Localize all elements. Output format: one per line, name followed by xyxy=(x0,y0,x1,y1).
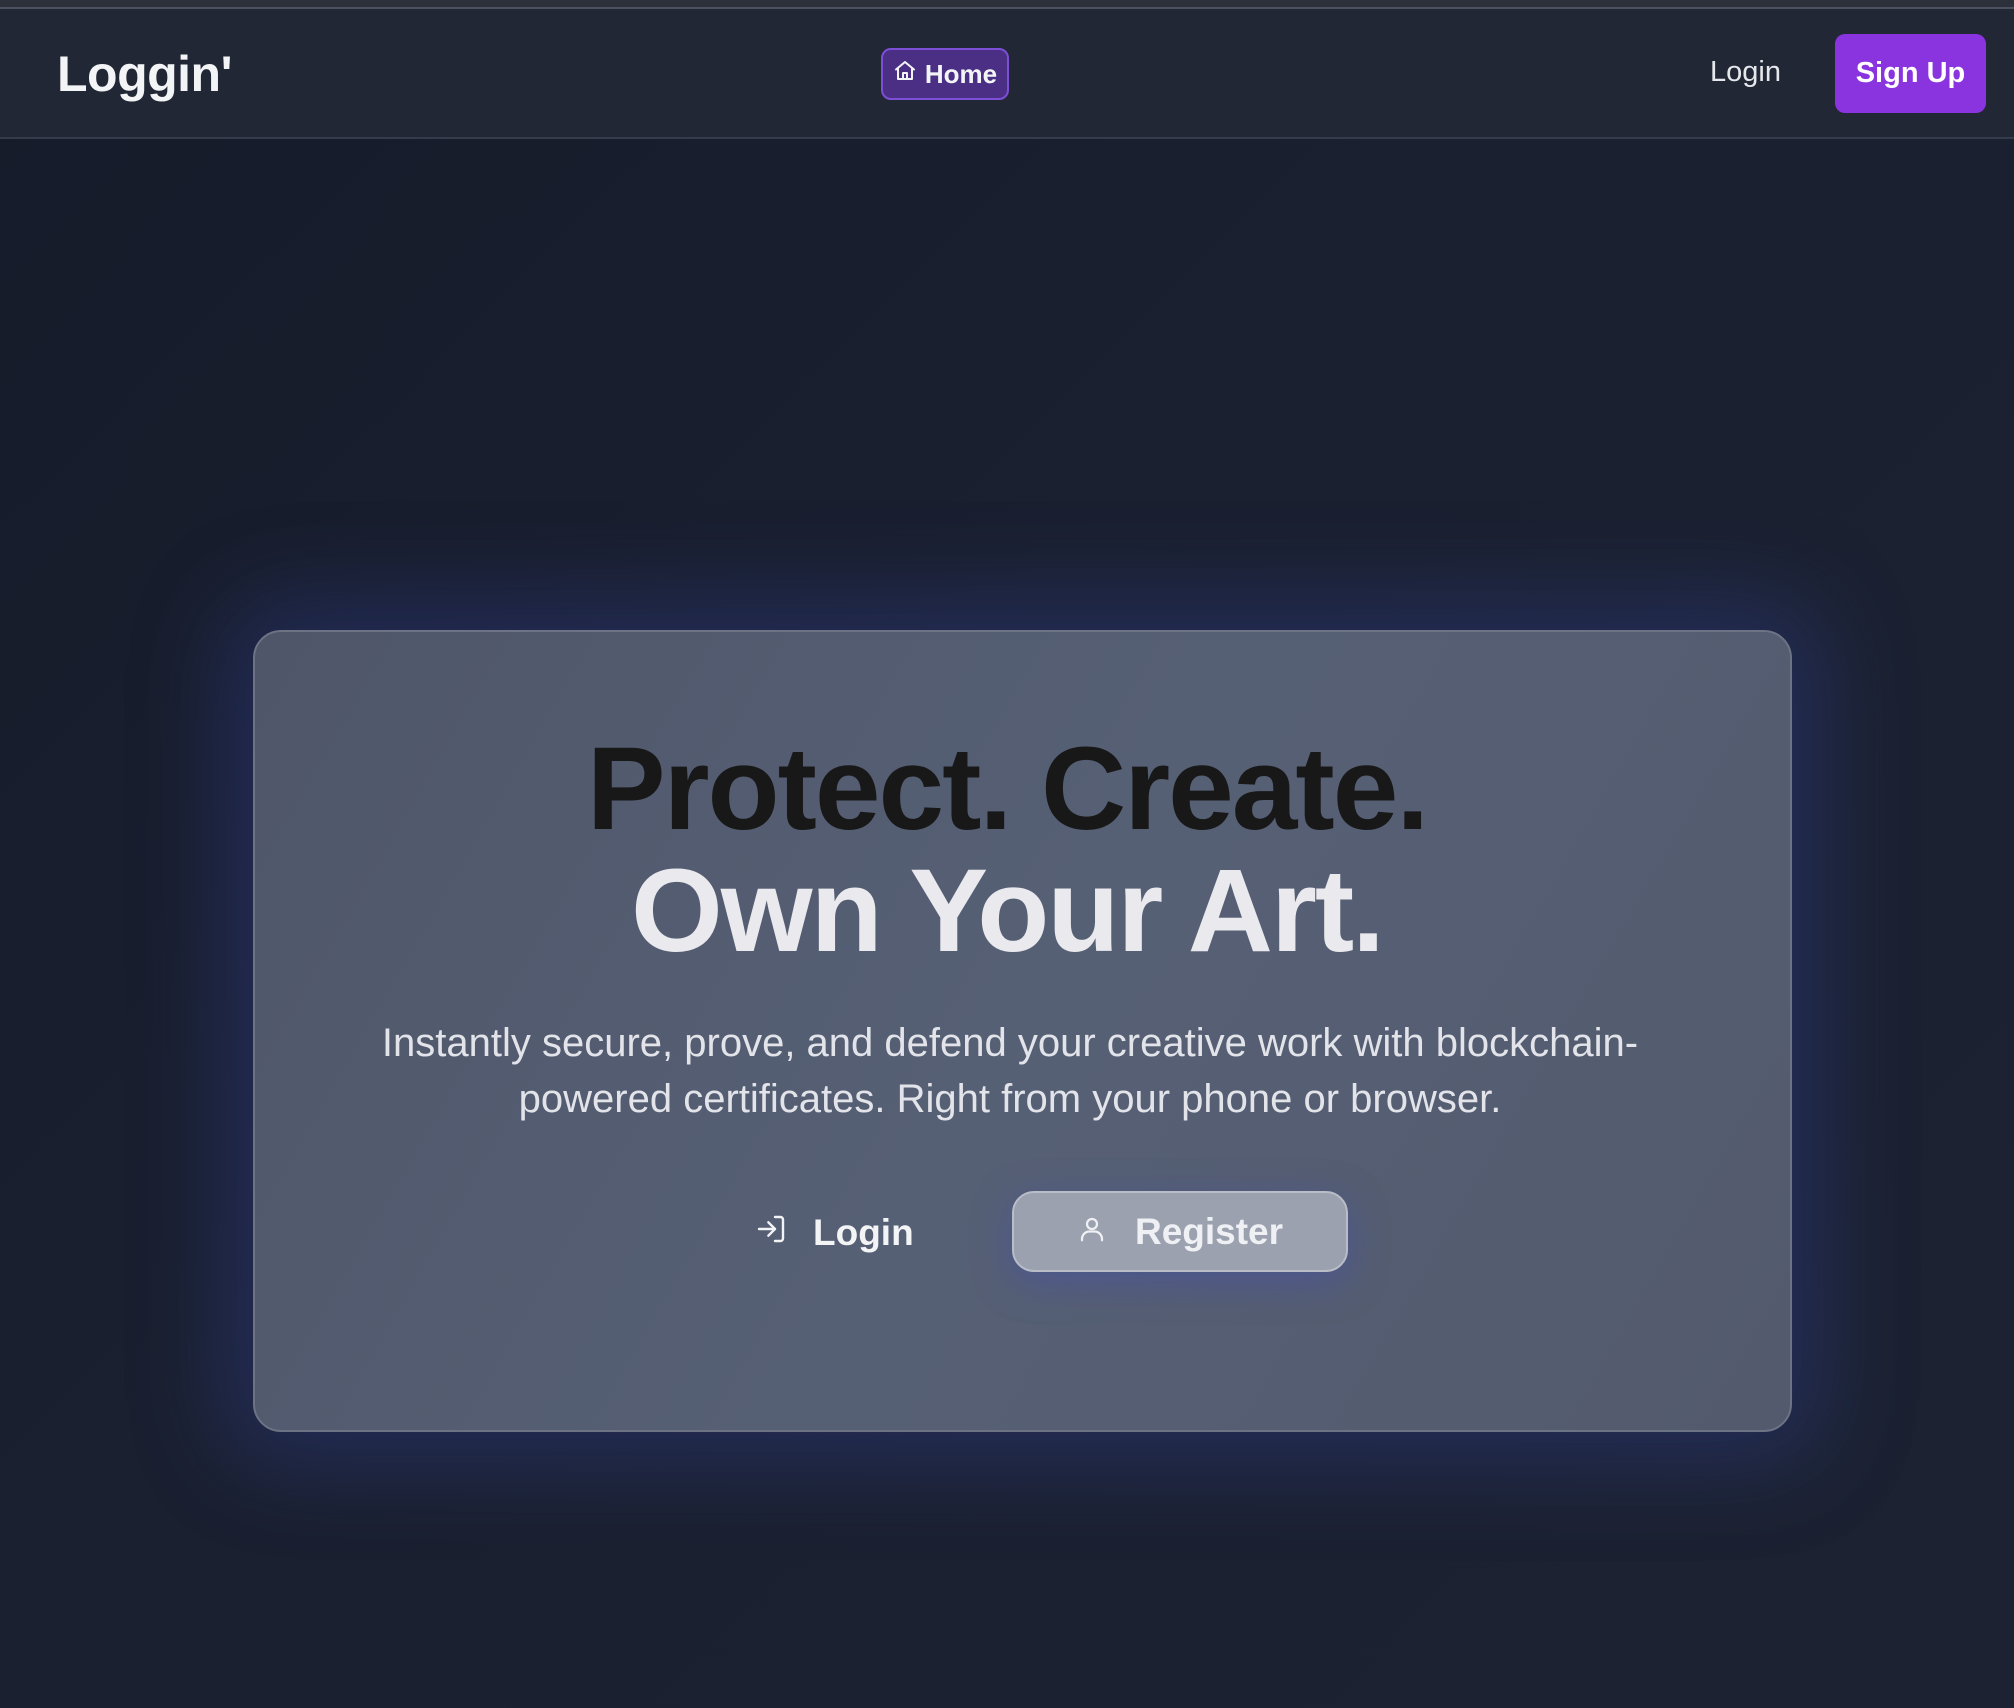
window-top-border xyxy=(0,0,2014,9)
hero-login-label: Login xyxy=(813,1212,914,1253)
hero-headline-line-1: Protect. Create. xyxy=(586,723,1429,855)
nav-home-label: Home xyxy=(924,58,998,89)
hero-login-button[interactable]: Login xyxy=(755,1193,930,1273)
nav-home-button[interactable]: Home xyxy=(881,48,1009,100)
nav-signup-button[interactable]: Sign Up xyxy=(1835,34,1986,113)
brand-logo[interactable]: Loggin' xyxy=(57,45,233,103)
user-icon xyxy=(1077,1211,1107,1253)
hero-register-label: Register xyxy=(1134,1210,1284,1252)
navbar: Loggin' Home Login Sign Up xyxy=(0,9,2014,139)
hero-register-button[interactable]: Register xyxy=(1012,1191,1348,1272)
nav-login-link[interactable]: Login xyxy=(1710,56,1781,89)
hero-subtitle: Instantly secure, prove, and defend your… xyxy=(381,1021,1639,1121)
login-arrow-icon xyxy=(755,1212,787,1254)
hero-headline-line-2: Own Your Art. xyxy=(631,845,1385,977)
home-icon xyxy=(893,59,917,90)
